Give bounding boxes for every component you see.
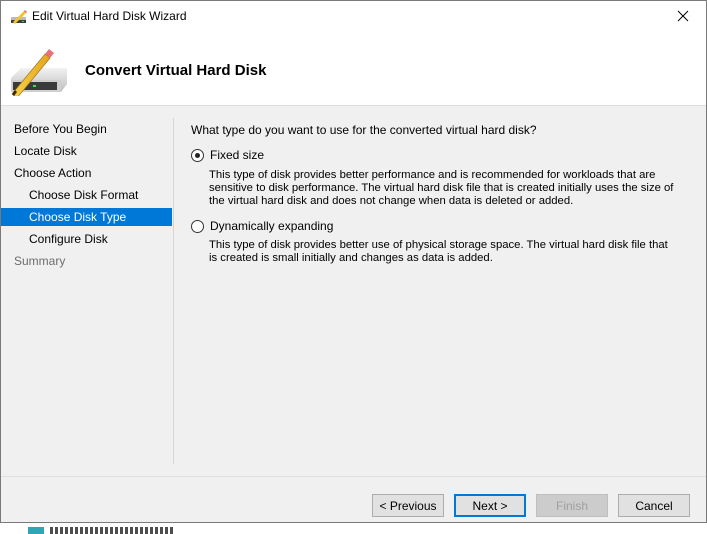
cancel-button[interactable]: Cancel xyxy=(618,494,690,517)
nav-item-choose-disk-format[interactable]: Choose Disk Format xyxy=(1,186,172,204)
previous-button[interactable]: < Previous xyxy=(372,494,444,517)
disk-pencil-icon xyxy=(11,10,27,24)
fixed-size-label[interactable]: Fixed size xyxy=(210,148,264,162)
background-text xyxy=(50,527,175,534)
desktop-background xyxy=(0,522,707,534)
nav-item-choose-disk-type[interactable]: Choose Disk Type xyxy=(1,208,172,226)
fixed-size-description: This type of disk provides better perfor… xyxy=(209,169,674,207)
fixed-size-option[interactable]: Fixed size xyxy=(191,148,264,162)
dynamically-expanding-label[interactable]: Dynamically expanding xyxy=(210,219,333,233)
nav-item-configure-disk[interactable]: Configure Disk xyxy=(1,230,172,248)
nav-item-before-you-begin[interactable]: Before You Begin xyxy=(1,120,172,138)
fixed-size-radio[interactable] xyxy=(191,148,204,162)
wizard-header: Convert Virtual Hard Disk xyxy=(1,32,706,106)
dynamically-expanding-description: This type of disk provides better use of… xyxy=(209,239,668,264)
window-title: Edit Virtual Hard Disk Wizard xyxy=(32,9,187,23)
dynamically-expanding-radio[interactable] xyxy=(191,219,204,233)
wizard-window: Edit Virtual Hard Disk Wizard Convert Vi… xyxy=(0,0,707,523)
wizard-steps-nav: Before You Begin Locate Disk Choose Acti… xyxy=(1,106,173,466)
disk-type-question: What type do you want to use for the con… xyxy=(191,123,537,137)
disk-pencil-icon xyxy=(11,49,67,96)
nav-item-choose-action[interactable]: Choose Action xyxy=(1,164,172,182)
close-icon xyxy=(677,10,689,22)
background-file-icon xyxy=(28,527,44,534)
nav-item-locate-disk[interactable]: Locate Disk xyxy=(1,142,172,160)
sidebar-divider xyxy=(173,118,174,464)
nav-item-summary: Summary xyxy=(14,254,66,268)
page-title: Convert Virtual Hard Disk xyxy=(85,62,267,79)
close-button[interactable] xyxy=(660,1,706,31)
title-bar[interactable]: Edit Virtual Hard Disk Wizard xyxy=(1,1,706,32)
next-button[interactable]: Next > xyxy=(454,494,526,517)
finish-button: Finish xyxy=(536,494,608,517)
dynamically-expanding-option[interactable]: Dynamically expanding xyxy=(191,219,333,233)
footer-divider xyxy=(1,476,706,477)
